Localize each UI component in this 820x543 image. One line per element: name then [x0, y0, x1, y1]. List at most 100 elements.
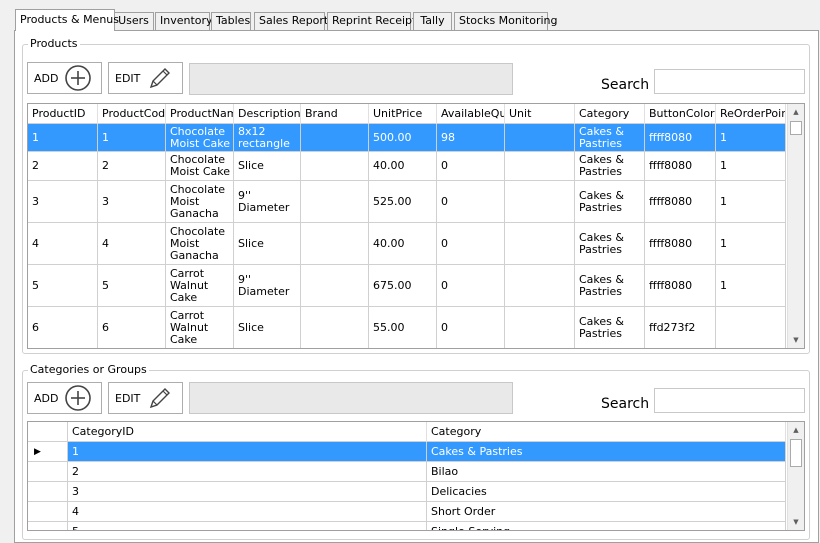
table-cell: 5 — [98, 265, 166, 306]
tab-stocks-monitoring[interactable]: Stocks Monitoring — [454, 12, 558, 30]
table-cell: 0 — [437, 265, 505, 306]
edit-product-button[interactable]: EDIT — [108, 62, 183, 94]
table-row[interactable]: ▶ 1 Cakes & Pastries — [28, 442, 786, 462]
table-cell: Chocolate Moist Ganacha — [166, 223, 234, 264]
table-cell: Cakes & Pastries — [575, 307, 645, 348]
column-header-description[interactable]: Description — [234, 104, 301, 124]
table-cell: 2 — [28, 152, 98, 180]
tab-tables[interactable]: Tables — [211, 12, 251, 30]
column-header-availablequantity[interactable]: AvailableQuantity — [437, 104, 505, 124]
add-label: ADD — [34, 71, 59, 85]
column-header-brand[interactable]: Brand — [301, 104, 369, 124]
table-cell: 4 — [68, 502, 427, 521]
scroll-down-arrow-icon[interactable]: ▼ — [788, 514, 804, 530]
column-header-categoryid[interactable]: CategoryID — [68, 422, 427, 442]
table-cell: Cakes & Pastries — [427, 442, 786, 461]
table-cell — [301, 152, 369, 180]
table-cell: 8x12 rectangle — [234, 124, 301, 151]
products-grid-header: ProductIDProductCodeProductNameDescripti… — [28, 104, 786, 124]
tab-tally[interactable]: Tally — [413, 12, 452, 30]
tab-users[interactable]: Users — [113, 12, 154, 30]
table-cell — [301, 265, 369, 306]
table-cell: 0 — [437, 181, 505, 222]
add-category-button[interactable]: ADD — [27, 382, 102, 414]
column-header-reorderpoint[interactable]: ReOrderPoint — [716, 104, 786, 124]
scrollbar-thumb[interactable] — [790, 121, 802, 135]
categories-vertical-scrollbar[interactable]: ▲ ▼ — [787, 422, 804, 530]
table-row[interactable]: 1 1 Chocolate Moist Cake 8x12 rectangle 500.… — [28, 124, 786, 152]
column-header-buttoncolor[interactable]: ButtonColor — [645, 104, 716, 124]
table-row[interactable]: 4 Short Order — [28, 502, 786, 522]
table-cell: Chocolate Moist Cake — [166, 124, 234, 151]
table-cell — [301, 223, 369, 264]
table-cell — [505, 181, 575, 222]
table-cell: 4 — [98, 223, 166, 264]
table-row[interactable]: 5 Single Serving — [28, 522, 786, 530]
scroll-up-arrow-icon[interactable]: ▲ — [788, 422, 804, 438]
row-header: ▶ — [28, 442, 68, 461]
column-header-unitprice[interactable]: UnitPrice — [369, 104, 437, 124]
table-cell — [505, 265, 575, 306]
row-header — [28, 482, 68, 501]
table-cell: 675.00 — [369, 265, 437, 306]
scroll-down-arrow-icon[interactable]: ▼ — [788, 332, 804, 348]
scrollbar-thumb[interactable] — [790, 439, 802, 467]
table-cell: 5 — [28, 265, 98, 306]
tab-reprint-receipt[interactable]: Reprint Receipt — [327, 12, 416, 30]
table-cell: Delicacies — [427, 482, 786, 501]
table-cell: 55.00 — [369, 307, 437, 348]
tab-products-menus[interactable]: Products & Menus — [15, 9, 119, 31]
column-header-unit[interactable]: Unit — [505, 104, 575, 124]
category-search-label: Search — [601, 396, 650, 412]
products-grid[interactable]: ProductIDProductCodeProductNameDescripti… — [27, 103, 805, 349]
categories-grid-header: CategoryID Category — [28, 422, 786, 442]
table-cell: 1 — [716, 181, 786, 222]
table-cell: Carrot Walnut Cake — [166, 307, 234, 348]
row-header — [28, 522, 68, 530]
edit-category-button[interactable]: EDIT — [108, 382, 183, 414]
table-cell: Bilao — [427, 462, 786, 481]
table-cell: Slice — [234, 223, 301, 264]
table-row[interactable]: 3 3 Chocolate Moist Ganacha 9'' Diameter 525… — [28, 181, 786, 223]
table-row[interactable]: 2 Bilao — [28, 462, 786, 482]
column-header-category[interactable]: Category — [575, 104, 645, 124]
table-cell: 40.00 — [369, 152, 437, 180]
table-row[interactable]: 5 5 Carrot Walnut Cake 9'' Diameter 675.00 0 C… — [28, 265, 786, 307]
row-header-corner — [28, 422, 68, 442]
product-search-input[interactable] — [654, 69, 805, 94]
table-cell: Carrot Walnut Cake — [166, 265, 234, 306]
table-cell: ffd273f2 — [645, 307, 716, 348]
product-search-label: Search — [601, 77, 650, 93]
table-cell: 9'' Diameter — [234, 265, 301, 306]
table-cell: Cakes & Pastries — [575, 152, 645, 180]
category-info-box — [189, 382, 513, 414]
table-cell — [505, 124, 575, 151]
column-header-productname[interactable]: ProductName — [166, 104, 234, 124]
table-cell: 500.00 — [369, 124, 437, 151]
category-search-input[interactable] — [654, 388, 805, 413]
plus-circle-icon — [65, 385, 92, 411]
table-cell: Cakes & Pastries — [575, 223, 645, 264]
table-cell: Slice — [234, 307, 301, 348]
table-cell: 1 — [28, 124, 98, 151]
products-vertical-scrollbar[interactable]: ▲ ▼ — [787, 104, 804, 348]
table-cell: 1 — [716, 265, 786, 306]
table-row[interactable]: 6 6 Carrot Walnut Cake Slice 55.00 0 Cakes & P… — [28, 307, 786, 348]
table-cell — [716, 307, 786, 348]
column-header-category[interactable]: Category — [427, 422, 786, 442]
tab-sales-report[interactable]: Sales Report — [254, 12, 328, 30]
tab-inventory[interactable]: Inventory — [155, 12, 213, 30]
table-row[interactable]: 3 Delicacies — [28, 482, 786, 502]
scroll-up-arrow-icon[interactable]: ▲ — [788, 104, 804, 120]
table-cell: 1 — [98, 124, 166, 151]
categories-grid[interactable]: CategoryID Category ▶ 1 Cakes & Pastries 2 Bil… — [27, 421, 805, 531]
add-product-button[interactable]: ADD — [27, 62, 102, 94]
table-cell: 5 — [68, 522, 427, 530]
table-row[interactable]: 4 4 Chocolate Moist Ganacha Slice 40.00 0 Cake… — [28, 223, 786, 265]
row-header — [28, 462, 68, 481]
table-cell: ffff8080 — [645, 181, 716, 222]
column-header-productid[interactable]: ProductID — [28, 104, 98, 124]
table-row[interactable]: 2 2 Chocolate Moist Cake Slice 40.00 0 Cakes &… — [28, 152, 786, 181]
column-header-productcode[interactable]: ProductCode — [98, 104, 166, 124]
table-cell: 1 — [68, 442, 427, 461]
